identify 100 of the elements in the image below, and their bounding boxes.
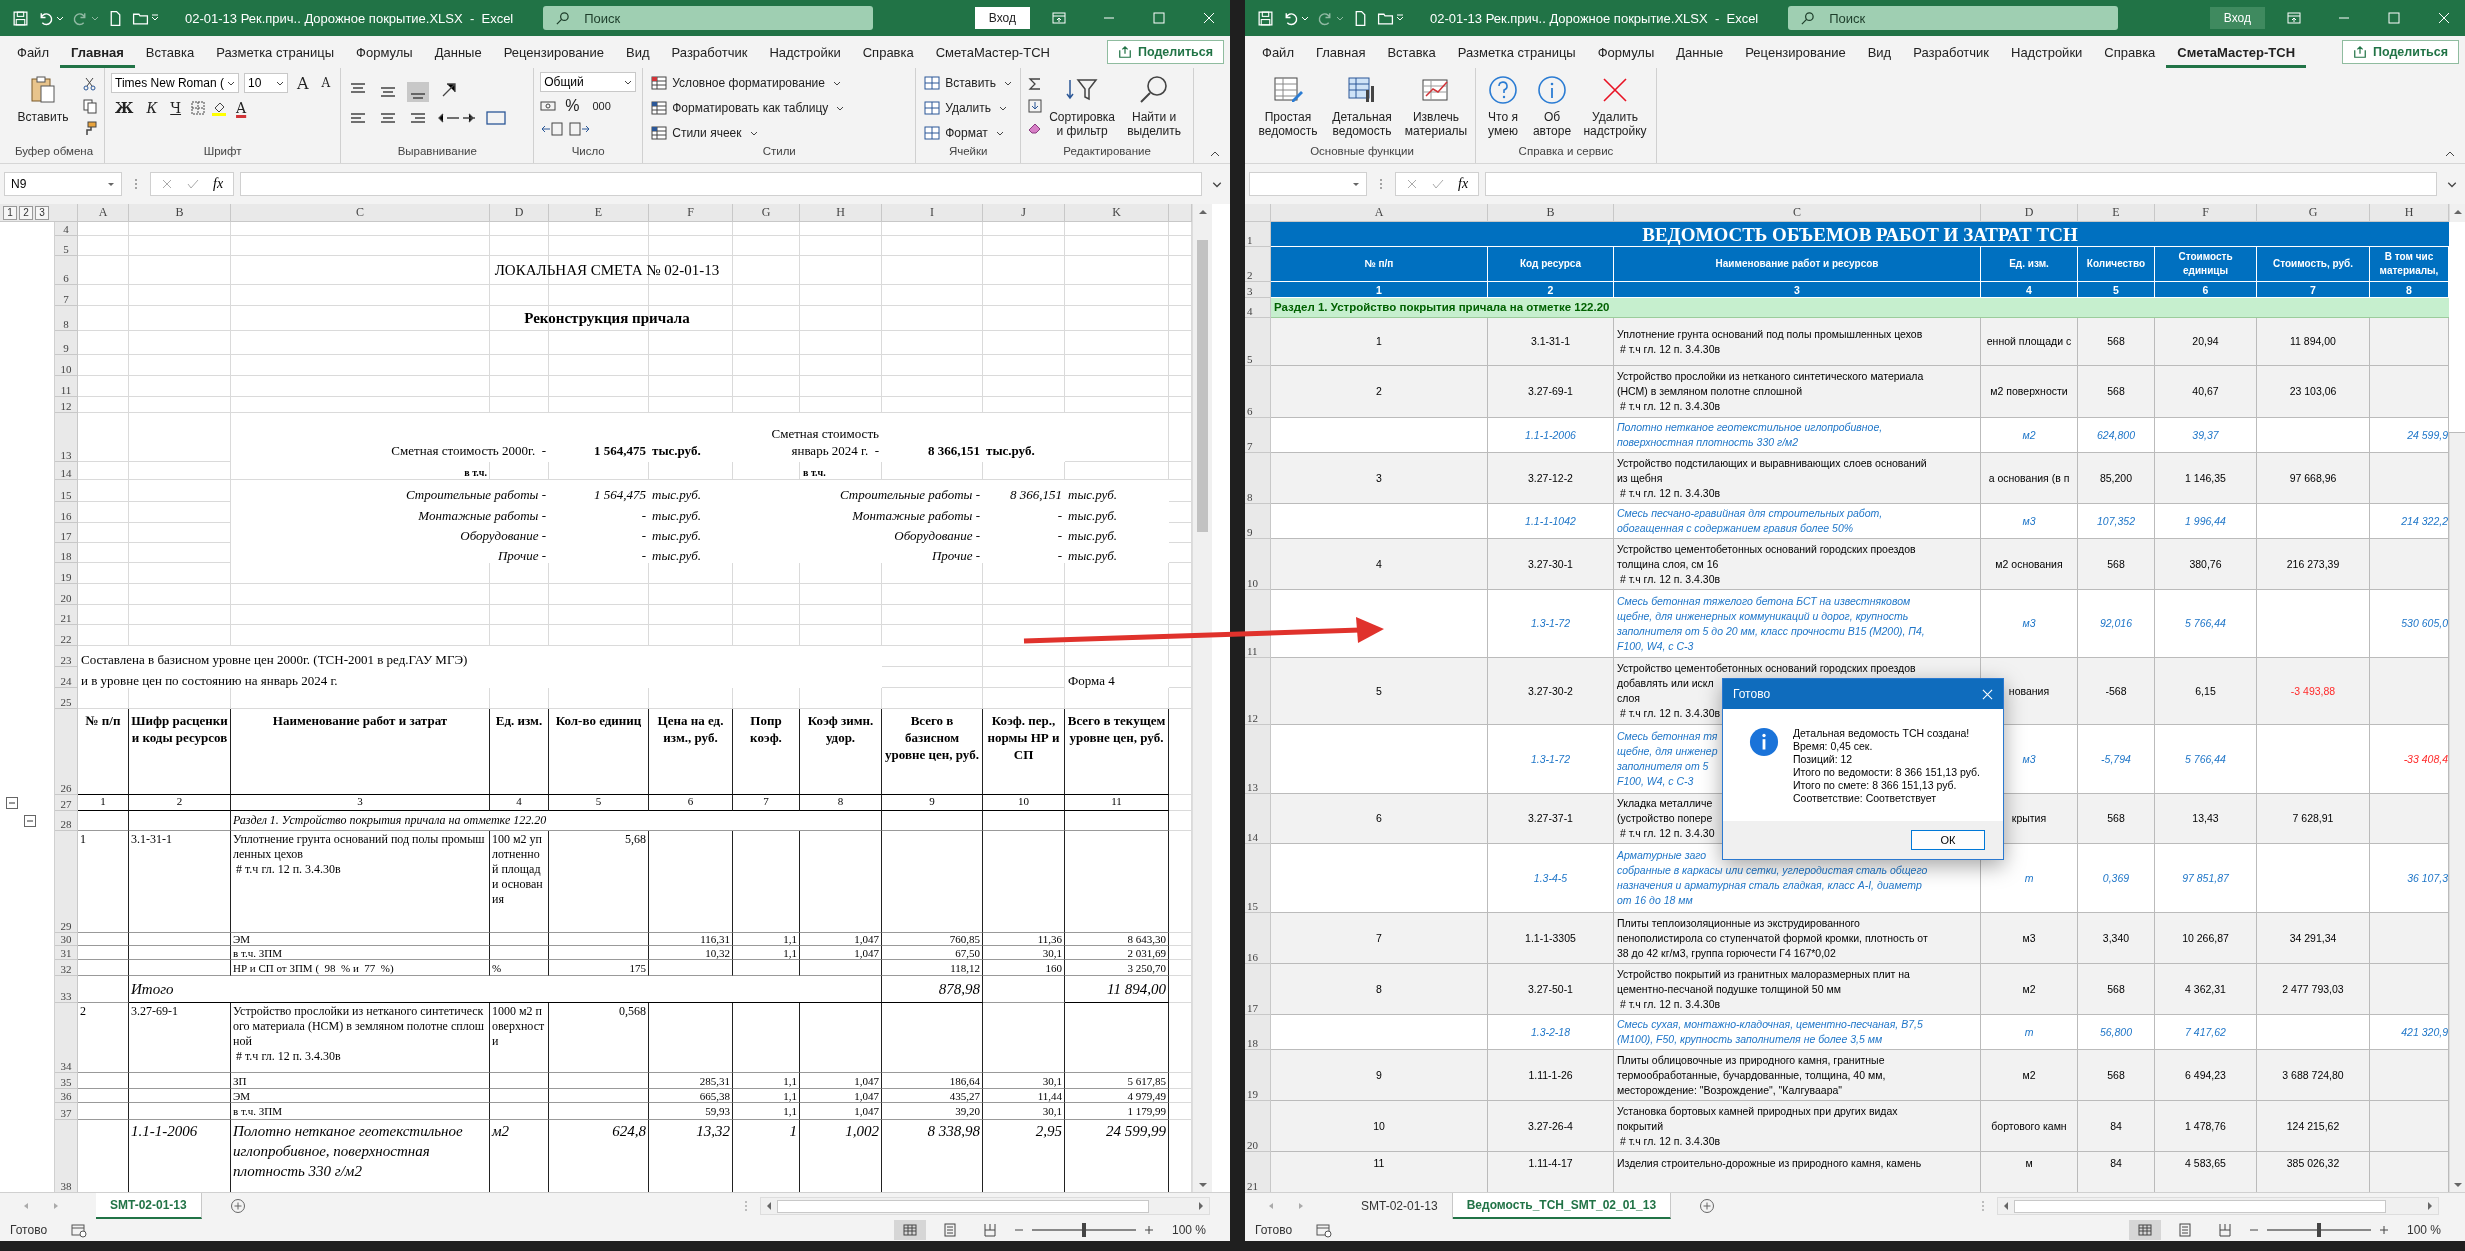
row-header[interactable]: 7 — [55, 285, 78, 306]
ribbon-tab[interactable]: Рецензирование — [492, 36, 616, 68]
scissors-icon[interactable] — [82, 76, 98, 92]
row-header[interactable]: 12 — [55, 397, 78, 413]
customize-icon[interactable] — [1396, 14, 1404, 22]
row-header[interactable]: 34 — [55, 1003, 78, 1073]
formula-field[interactable] — [1485, 172, 2437, 196]
row-header[interactable]: 6 — [1245, 366, 1271, 418]
collapse-icon[interactable] — [6, 797, 18, 809]
row-header[interactable]: 17 — [1245, 964, 1271, 1015]
row-header[interactable]: 11 — [55, 376, 78, 397]
fill-down-icon[interactable] — [1027, 98, 1044, 114]
share-button[interactable]: Поделиться — [1106, 40, 1224, 64]
add-sheet-icon[interactable] — [1699, 1198, 1716, 1214]
add-sheet-icon[interactable] — [229, 1198, 246, 1214]
sort-filter-button[interactable]: Сортировка и фильтр — [1049, 72, 1116, 140]
ribbon-display-icon[interactable] — [2286, 10, 2302, 26]
find-button[interactable]: Найти и выделить — [1121, 72, 1188, 140]
currency-icon[interactable] — [540, 98, 557, 114]
row-header[interactable]: 31 — [55, 946, 78, 960]
cancel-icon[interactable] — [1406, 178, 1418, 190]
column-header[interactable]: G — [733, 204, 800, 222]
outline-level-button[interactable]: 2 — [19, 205, 33, 220]
scroll-down-icon[interactable] — [2452, 1181, 2463, 1189]
cells-button[interactable]: Формат — [922, 122, 1006, 144]
column-header[interactable]: C — [1614, 204, 1981, 222]
name-box[interactable]: N9 — [4, 172, 122, 196]
row-header[interactable]: 27 — [55, 795, 78, 811]
insert-function-button[interactable]: fx — [213, 176, 224, 192]
save-icon[interactable] — [12, 9, 29, 27]
number-format-dropdown[interactable]: Общий — [540, 72, 637, 92]
row-header[interactable]: 36 — [55, 1089, 78, 1103]
row-header[interactable]: 8 — [1245, 453, 1271, 504]
normal-view-icon[interactable] — [893, 1220, 926, 1240]
splitter-icon[interactable] — [134, 177, 138, 191]
ribbon-tab[interactable]: Файл — [1251, 36, 1305, 68]
row-header[interactable]: 4 — [55, 222, 78, 236]
column-header[interactable]: I — [882, 204, 983, 222]
ribbon-tab[interactable]: Формулы — [1586, 36, 1666, 68]
ribbon-tab[interactable]: Вид — [1856, 36, 1903, 68]
row-header[interactable]: 20 — [55, 584, 78, 605]
check-icon[interactable] — [187, 178, 199, 190]
row-header[interactable]: 32 — [55, 960, 78, 976]
close-icon[interactable] — [1982, 688, 1993, 700]
row-header[interactable]: 30 — [55, 933, 78, 946]
ribbon-tab[interactable]: Надстройки — [758, 36, 852, 68]
ok-button[interactable]: ОК — [1911, 830, 1985, 850]
column-header[interactable]: F — [2155, 204, 2257, 222]
zoom-level[interactable]: 100 % — [2406, 1223, 2441, 1237]
row-header[interactable]: 24 — [55, 667, 78, 688]
ribbon-tab[interactable]: Разметка страницы — [205, 36, 346, 68]
ribbon-command-button[interactable]: Извлечь материалы — [1403, 72, 1469, 140]
cells-button[interactable]: Вставить — [922, 72, 1015, 94]
grow-font-button[interactable]: A — [293, 72, 313, 94]
row-header[interactable]: 10 — [1245, 539, 1271, 590]
decimal-icons-drawing[interactable] — [540, 120, 591, 138]
ribbon-tab[interactable]: Разработчик — [660, 36, 759, 68]
expand-icon[interactable] — [2447, 179, 2457, 189]
sign-in-button[interactable]: Вход — [974, 7, 1030, 29]
search-field[interactable]: Поиск — [1788, 6, 2119, 30]
vertical-scrollbar[interactable] — [1192, 204, 1212, 1192]
column-header[interactable]: D — [490, 204, 549, 222]
collapse-ribbon-icon[interactable] — [2445, 151, 2455, 157]
column-header[interactable]: D — [1981, 204, 2078, 222]
row-header[interactable]: 28 — [55, 811, 78, 831]
row-header[interactable]: 33 — [55, 976, 78, 1003]
scroll-down-icon[interactable] — [1197, 1181, 1208, 1189]
scroll-left-icon[interactable] — [2002, 1201, 2010, 1211]
copy-icon[interactable] — [82, 98, 98, 114]
number-format-button[interactable]: 000 — [588, 95, 615, 117]
column-header[interactable]: E — [549, 204, 649, 222]
macro-recorder-icon[interactable] — [1316, 1222, 1333, 1238]
ribbon-display-icon[interactable] — [1051, 10, 1067, 26]
row-header[interactable]: 2 — [1245, 247, 1271, 282]
row-header[interactable]: 5 — [1245, 318, 1271, 366]
macro-recorder-icon[interactable] — [71, 1222, 88, 1238]
ribbon-command-button[interactable]: Детальная ведомость — [1327, 72, 1397, 140]
column-header[interactable]: K — [1065, 204, 1169, 222]
row-header[interactable]: 22 — [55, 625, 78, 646]
row-header[interactable]: 21 — [1245, 1152, 1271, 1192]
row-header[interactable]: 12 — [1245, 658, 1271, 725]
maximize-icon[interactable] — [2386, 10, 2402, 26]
row-header[interactable]: 10 — [55, 355, 78, 376]
row-header[interactable]: 26 — [55, 709, 78, 795]
ribbon-tab[interactable]: Разметка страницы — [1446, 36, 1587, 68]
row-header[interactable]: 11 — [1245, 590, 1271, 658]
row-header[interactable]: 18 — [1245, 1015, 1271, 1050]
ribbon-tab[interactable]: Разработчик — [1902, 36, 2000, 68]
row-header[interactable]: 16 — [55, 502, 78, 523]
scroll-up-icon[interactable] — [2452, 208, 2463, 216]
zoom-in-icon[interactable] — [2378, 1225, 2389, 1235]
row-header[interactable]: 9 — [55, 331, 78, 355]
row-header[interactable]: 13 — [55, 413, 78, 462]
ribbon-tab[interactable]: Данные — [1665, 36, 1735, 68]
ribbon-tab[interactable]: Файл — [6, 36, 60, 68]
share-button[interactable]: Поделиться — [2341, 40, 2459, 64]
cancel-icon[interactable] — [161, 178, 173, 190]
zoom-in-icon[interactable] — [1143, 1225, 1154, 1235]
normal-view-icon[interactable] — [2128, 1220, 2161, 1240]
ribbon-tab[interactable]: Главная — [1304, 36, 1377, 68]
